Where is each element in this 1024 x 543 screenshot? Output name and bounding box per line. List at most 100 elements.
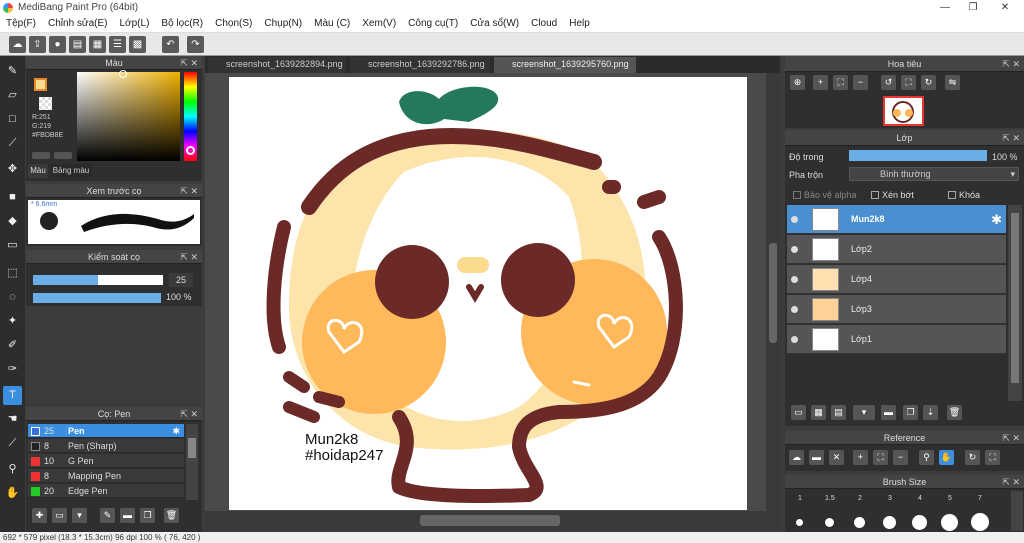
operation-tool-icon[interactable]: ☚ bbox=[3, 410, 22, 429]
cloud-icon[interactable]: ☁ bbox=[9, 36, 26, 53]
brush-opacity-slider[interactable] bbox=[33, 293, 161, 303]
canvas-horizontal-scrollbar[interactable] bbox=[205, 511, 780, 531]
magic-wand-icon[interactable]: ✦ bbox=[3, 312, 22, 331]
maximize-button[interactable]: ❐ bbox=[958, 0, 988, 16]
blend-mode-select[interactable]: Bình thường ▾ bbox=[849, 167, 1019, 181]
navigator-thumbnail[interactable] bbox=[883, 96, 924, 126]
panel-options-icon[interactable]: ⇱ ✕ bbox=[180, 56, 198, 70]
panel-options-icon[interactable]: ⇱ ✕ bbox=[1002, 56, 1020, 72]
trash-icon[interactable]: 🗑 bbox=[947, 405, 962, 420]
eraser-tool-icon[interactable]: ▱ bbox=[3, 86, 22, 105]
rect-tool-icon[interactable]: □ bbox=[3, 110, 22, 129]
layer-opacity-slider[interactable] bbox=[849, 150, 987, 161]
tab-document-active[interactable]: screenshot_1639295760.png bbox=[494, 57, 636, 73]
protect-alpha-checkbox[interactable]: Bảo vệ alpha bbox=[793, 190, 857, 200]
brush-item[interactable]: 10 G Pen bbox=[28, 454, 184, 468]
reset-icon[interactable]: ⛶ bbox=[985, 450, 1000, 465]
brush-item[interactable]: 8 Pen (Sharp) bbox=[28, 439, 184, 453]
panel-options-icon[interactable]: ⇱ ✕ bbox=[180, 184, 198, 198]
primary-color-swatch[interactable] bbox=[34, 78, 47, 91]
brush-tool-icon[interactable]: ✎ bbox=[3, 62, 22, 81]
zoom-out-icon[interactable]: − bbox=[893, 450, 908, 465]
bucket-tool-icon[interactable]: ◆ bbox=[3, 212, 22, 231]
move-tool-icon[interactable]: ✥ bbox=[3, 160, 22, 179]
hand-icon[interactable]: ✋ bbox=[939, 450, 954, 465]
new-layer-icon[interactable]: ▭ bbox=[791, 405, 806, 420]
brush-options-icon[interactable]: ▾ bbox=[72, 508, 87, 523]
rotate-icon[interactable]: ↻ bbox=[965, 450, 980, 465]
tab-color[interactable]: Màu bbox=[28, 164, 48, 178]
canvas-vertical-scrollbar[interactable] bbox=[766, 73, 780, 511]
panel-options-icon[interactable]: ⇱ ✕ bbox=[1002, 431, 1020, 445]
brush-size-option[interactable] bbox=[941, 514, 958, 531]
menu-window[interactable]: Cửa sổ(W) bbox=[464, 16, 519, 29]
lock-checkbox[interactable]: Khóa bbox=[948, 190, 980, 200]
visibility-toggle[interactable] bbox=[791, 246, 798, 253]
undo-icon[interactable]: ↶ bbox=[162, 36, 179, 53]
close-button[interactable]: ✕ bbox=[990, 0, 1020, 16]
brush-size-option[interactable] bbox=[796, 519, 803, 526]
folder-icon[interactable]: ▬ bbox=[120, 508, 135, 523]
page-icon[interactable]: ▦ bbox=[89, 36, 106, 53]
tab-document[interactable]: screenshot_1639292786.png bbox=[350, 57, 490, 73]
layer-row[interactable]: Mun2k8 ✱ bbox=[787, 205, 1006, 234]
tab-palette[interactable]: Bảng màu bbox=[50, 164, 92, 178]
visibility-toggle[interactable] bbox=[791, 276, 798, 283]
new-8bit-layer-icon[interactable]: ▤ bbox=[831, 405, 846, 420]
menu-filter[interactable]: Bộ lọc(R) bbox=[155, 16, 203, 29]
layer-row[interactable]: Lớp2 bbox=[787, 235, 1006, 264]
flip-icon[interactable]: ⇋ bbox=[945, 75, 960, 90]
small-button[interactable] bbox=[54, 152, 72, 159]
secondary-color-swatch[interactable] bbox=[39, 97, 52, 110]
zoom-in-icon[interactable]: + bbox=[853, 450, 868, 465]
fit-icon[interactable]: ⛶ bbox=[833, 75, 848, 90]
visibility-toggle[interactable] bbox=[791, 306, 798, 313]
rotate-right-icon[interactable]: ↻ bbox=[921, 75, 936, 90]
brush-size-option[interactable] bbox=[912, 515, 927, 530]
redo-icon[interactable]: ↷ bbox=[187, 36, 204, 53]
copy-layer-icon[interactable]: ❐ bbox=[903, 405, 918, 420]
menu-help[interactable]: Help bbox=[563, 16, 590, 29]
brush-size-value[interactable]: 25 bbox=[169, 273, 193, 287]
open-folder-icon[interactable]: ▬ bbox=[809, 450, 824, 465]
hand-tool-icon[interactable]: ✋ bbox=[3, 484, 22, 503]
layer-scrollbar[interactable] bbox=[1008, 205, 1022, 401]
layer-row[interactable]: Lớp1 bbox=[787, 325, 1006, 354]
zoom-in-icon[interactable]: + bbox=[813, 75, 828, 90]
add-brush-icon[interactable]: ✚ bbox=[32, 508, 47, 523]
menu-tools[interactable]: Công cụ(T) bbox=[402, 16, 458, 29]
layer-row[interactable]: Lớp4 bbox=[787, 265, 1006, 294]
brush-item[interactable]: 8 Mapping Pen bbox=[28, 469, 184, 483]
cloud-icon[interactable]: ☁ bbox=[789, 450, 804, 465]
menu-color[interactable]: Màu (C) bbox=[308, 16, 350, 29]
comment-icon[interactable]: ● bbox=[49, 36, 66, 53]
hue-cursor[interactable] bbox=[186, 146, 195, 155]
new-halftone-layer-icon[interactable]: ▦ bbox=[811, 405, 826, 420]
visibility-toggle[interactable] bbox=[791, 336, 798, 343]
close-icon[interactable]: ✕ bbox=[829, 450, 844, 465]
document-icon[interactable]: ▤ bbox=[69, 36, 86, 53]
panel-options-icon[interactable]: ⇱ ✕ bbox=[1002, 130, 1020, 146]
divide-tool-icon[interactable]: ⟋ bbox=[3, 434, 22, 453]
folder-icon[interactable]: ▬ bbox=[881, 405, 896, 420]
menu-cloud[interactable]: Cloud bbox=[525, 16, 557, 29]
select-rect-icon[interactable]: ⬚ bbox=[3, 264, 22, 283]
gear-icon[interactable]: ✱ bbox=[172, 424, 180, 438]
drawing-canvas[interactable]: Mun2k8 #hoidap247 bbox=[229, 77, 747, 510]
menu-layer[interactable]: Lớp(L) bbox=[114, 16, 150, 29]
sv-cursor[interactable] bbox=[119, 70, 127, 78]
upload-icon[interactable]: ⇪ bbox=[29, 36, 46, 53]
menu-snap[interactable]: Chụp(N) bbox=[258, 16, 302, 29]
layer-row[interactable]: Lớp3 bbox=[787, 295, 1006, 324]
trash-icon[interactable]: 🗑 bbox=[164, 508, 179, 523]
panel-options-icon[interactable]: ⇱ ✕ bbox=[180, 250, 198, 264]
brush-item[interactable]: 20 Edge Pen bbox=[28, 484, 184, 498]
menu-select[interactable]: Chọn(S) bbox=[209, 16, 252, 29]
brush-list-scrollbar[interactable] bbox=[186, 424, 198, 500]
panel-options-icon[interactable]: ⇱ ✕ bbox=[1002, 475, 1020, 489]
brush-size-option[interactable] bbox=[854, 517, 865, 528]
gradient-tool-icon[interactable]: ▭ bbox=[3, 236, 22, 255]
brush-size-option[interactable] bbox=[883, 516, 896, 529]
saturation-value-picker[interactable] bbox=[77, 72, 180, 161]
menu-view[interactable]: Xem(V) bbox=[356, 16, 396, 29]
